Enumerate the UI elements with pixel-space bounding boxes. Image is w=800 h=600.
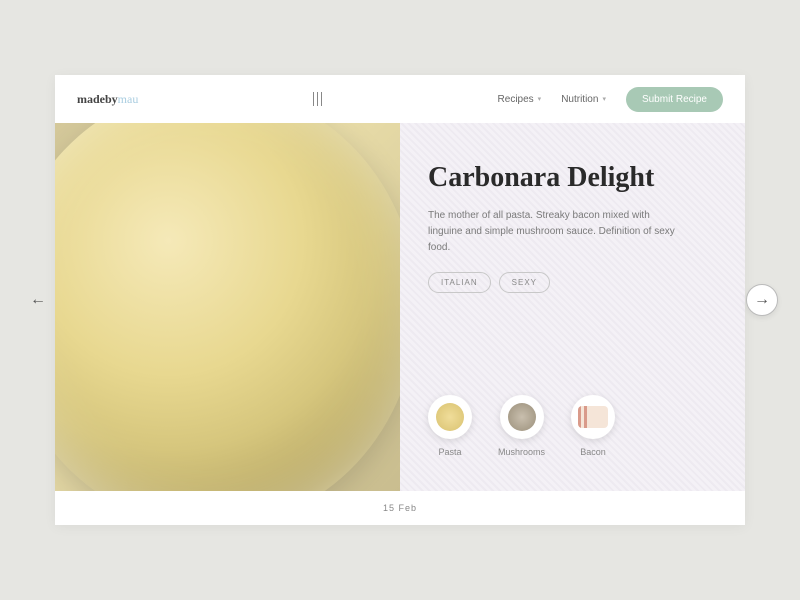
- ingredient-label: Bacon: [580, 447, 606, 457]
- content: Carbonara Delight The mother of all past…: [55, 123, 745, 491]
- chevron-down-icon: ▾: [538, 95, 542, 103]
- recipe-card: madebymau Recipes ▾ Nutrition ▾ Submit R…: [55, 75, 745, 525]
- recipe-description: The mother of all pasta. Streaky bacon m…: [428, 208, 678, 256]
- header: madebymau Recipes ▾ Nutrition ▾ Submit R…: [55, 75, 745, 123]
- prev-arrow-button[interactable]: ←: [22, 284, 54, 316]
- recipe-date: 15 Feb: [55, 491, 745, 525]
- nav-label: Nutrition: [561, 94, 598, 105]
- logo-sub: mau: [118, 92, 139, 106]
- next-arrow-button[interactable]: →: [746, 284, 778, 316]
- ingredients-list: Pasta Mushrooms Bacon: [428, 395, 717, 457]
- tag-sexy[interactable]: SEXY: [499, 272, 550, 293]
- logo-main: madeby: [77, 92, 118, 106]
- ingredient-icon: [500, 395, 544, 439]
- submit-recipe-button[interactable]: Submit Recipe: [626, 87, 723, 112]
- nav-nutrition[interactable]: Nutrition ▾: [561, 94, 606, 105]
- nav: Recipes ▾ Nutrition ▾ Submit Recipe: [498, 87, 723, 112]
- recipe-title: Carbonara Delight: [428, 163, 717, 194]
- tag-italian[interactable]: ITALIAN: [428, 272, 491, 293]
- ingredient-mushrooms[interactable]: Mushrooms: [498, 395, 545, 457]
- recipe-info: Carbonara Delight The mother of all past…: [400, 123, 745, 491]
- recipe-image: [55, 123, 400, 491]
- nav-recipes[interactable]: Recipes ▾: [498, 94, 542, 105]
- arrow-right-icon: →: [754, 291, 770, 309]
- ingredient-icon: [428, 395, 472, 439]
- ingredient-bacon[interactable]: Bacon: [571, 395, 615, 457]
- logo[interactable]: madebymau: [77, 92, 138, 107]
- pasta-plate: [55, 123, 400, 491]
- ingredient-pasta[interactable]: Pasta: [428, 395, 472, 457]
- ingredient-icon: [571, 395, 615, 439]
- arrow-left-icon: ←: [30, 291, 46, 309]
- recipe-tags: ITALIAN SEXY: [428, 272, 717, 293]
- menu-icon[interactable]: [313, 92, 322, 106]
- nav-label: Recipes: [498, 94, 534, 105]
- ingredient-label: Mushrooms: [498, 447, 545, 457]
- chevron-down-icon: ▾: [602, 95, 606, 103]
- ingredient-label: Pasta: [438, 447, 461, 457]
